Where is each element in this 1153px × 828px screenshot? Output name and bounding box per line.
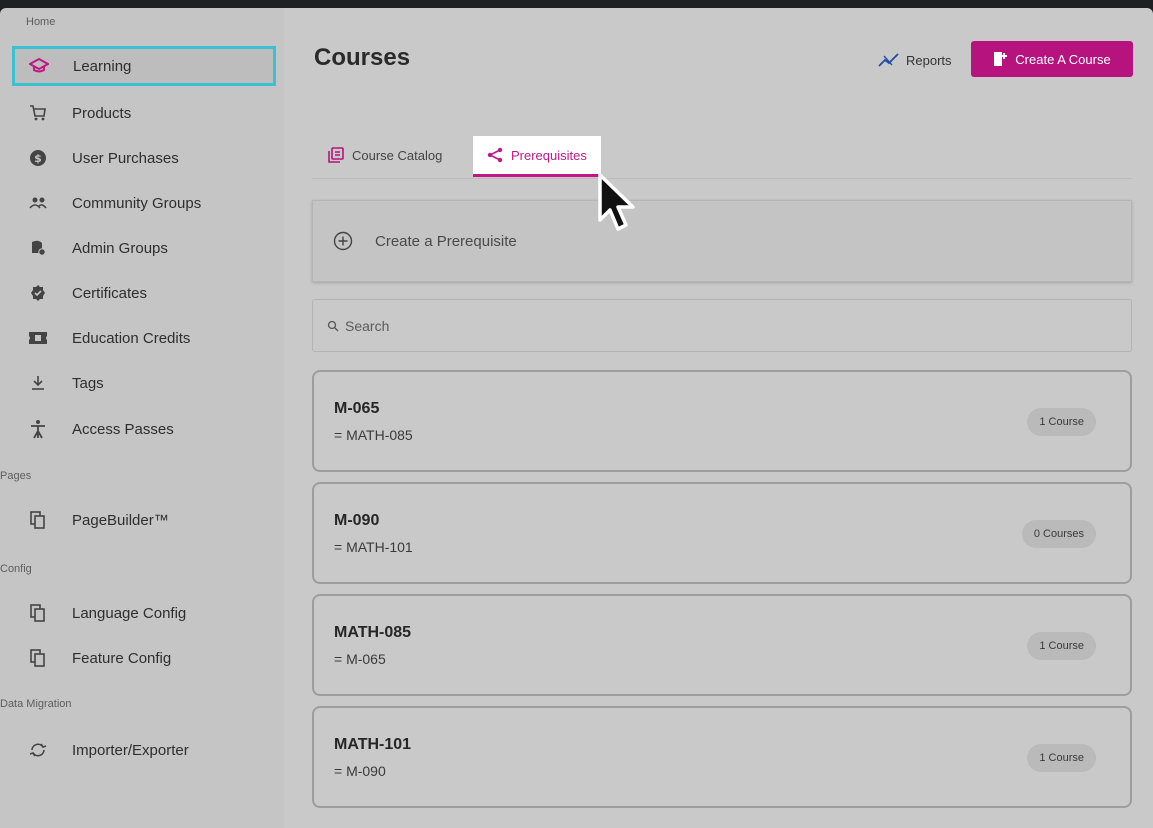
prerequisite-equivalent: = M-090 — [334, 763, 386, 779]
course-count-badge: 1 Course — [1027, 744, 1096, 772]
course-count-badge: 0 Courses — [1021, 520, 1096, 548]
sync-icon — [26, 740, 50, 760]
prerequisite-code: M-065 — [334, 400, 380, 417]
sidebar-item-pagebuilder[interactable]: PageBuilder™ — [14, 502, 274, 538]
course-count-badge: 1 Course — [1027, 408, 1096, 436]
sidebar-item-label: Admin Groups — [72, 239, 168, 257]
prerequisite-code: MATH-085 — [334, 624, 412, 641]
prerequisite-card[interactable]: MATH-101 = M-090 1 Course — [312, 706, 1132, 808]
copy-pages-icon — [26, 603, 50, 623]
sidebar-item-label: Access Passes — [72, 420, 174, 438]
sidebar-item-education-credits[interactable]: Education Credits — [14, 320, 274, 356]
sidebar-item-importer-exporter[interactable]: Importer/Exporter — [14, 732, 274, 768]
tab-course-catalog[interactable]: Course Catalog — [328, 136, 442, 174]
copy-pages-icon — [26, 510, 50, 530]
sidebar-item-tags[interactable]: Tags — [14, 365, 274, 401]
tab-label: Course Catalog — [352, 147, 443, 163]
copy-pages-icon — [26, 648, 50, 668]
graduation-cap-icon — [27, 56, 51, 76]
sidebar-item-language-config[interactable]: Language Config — [14, 595, 274, 631]
certificate-icon — [26, 283, 50, 303]
sidebar-item-label: Certificates — [72, 284, 148, 302]
sidebar-item-label: Tags — [72, 374, 104, 392]
section-label-data-migration: Data Migration — [0, 698, 72, 710]
create-prerequisite-button[interactable]: Create a Prerequisite — [312, 200, 1132, 282]
sidebar-item-learning[interactable]: Learning — [12, 46, 276, 86]
ticket-icon — [26, 328, 50, 348]
add-book-icon — [993, 51, 1008, 67]
sidebar-item-products[interactable]: Products — [14, 95, 274, 131]
tab-label: Prerequisites — [511, 147, 587, 163]
sidebar-item-label: User Purchases — [72, 149, 179, 167]
catalog-icon — [328, 147, 344, 163]
mouse-cursor-icon — [596, 172, 640, 243]
reports-button[interactable]: Reports — [878, 49, 952, 71]
main-content: Courses Reports Create A Course Course C… — [284, 8, 1153, 828]
sidebar-item-feature-config[interactable]: Feature Config — [14, 640, 274, 676]
section-label-config: Config — [0, 563, 32, 575]
search-icon — [327, 320, 339, 332]
sidebar-item-label: Products — [72, 104, 132, 122]
prerequisite-code: MATH-101 — [334, 736, 412, 753]
cart-icon — [26, 103, 50, 123]
download-tag-icon — [26, 373, 50, 393]
sidebar-item-label: Education Credits — [72, 329, 191, 347]
prerequisite-code: M-090 — [334, 512, 380, 529]
app-window: Home Learning Products $ User Purchases … — [0, 0, 1153, 828]
create-prerequisite-label: Create a Prerequisite — [375, 232, 517, 250]
section-label-home: Home — [26, 16, 56, 28]
search-box — [312, 299, 1132, 352]
admin-group-icon — [26, 238, 50, 258]
sidebar-item-access-passes[interactable]: Access Passes — [14, 411, 274, 447]
prerequisite-equivalent: = MATH-101 — [334, 539, 413, 555]
prerequisite-equivalent: = MATH-085 — [334, 427, 413, 443]
share-icon — [487, 147, 503, 163]
chart-icon — [878, 52, 900, 68]
course-count-badge: 1 Course — [1027, 632, 1096, 660]
sidebar-item-user-purchases[interactable]: $ User Purchases — [14, 140, 274, 176]
reports-label: Reports — [906, 52, 952, 68]
sidebar: Home Learning Products $ User Purchases … — [0, 8, 284, 828]
sidebar-item-label: Feature Config — [72, 649, 172, 667]
create-course-label: Create A Course — [1015, 51, 1111, 67]
group-icon — [26, 193, 50, 213]
prerequisite-card[interactable]: M-065 = MATH-085 1 Course — [312, 370, 1132, 472]
dollar-circle-icon: $ — [26, 148, 50, 168]
tab-bar: Course Catalog Prerequisites — [312, 136, 1132, 179]
search-input[interactable] — [343, 316, 1047, 335]
prerequisite-equivalent: = M-065 — [334, 651, 386, 667]
sidebar-item-label: Importer/Exporter — [72, 741, 189, 759]
plus-circle-icon — [333, 231, 353, 251]
tab-prerequisites[interactable]: Prerequisites — [473, 136, 601, 177]
svg-text:$: $ — [34, 152, 42, 165]
section-label-pages: Pages — [0, 470, 32, 482]
sidebar-item-admin-groups[interactable]: Admin Groups — [14, 230, 274, 266]
sidebar-item-label: Learning — [73, 57, 132, 75]
sidebar-item-certificates[interactable]: Certificates — [14, 275, 274, 311]
page-title: Courses — [314, 44, 411, 71]
sidebar-item-label: Language Config — [72, 604, 187, 622]
sidebar-item-community-groups[interactable]: Community Groups — [14, 185, 274, 221]
sidebar-item-label: PageBuilder™ — [72, 511, 169, 529]
accessibility-icon — [26, 419, 50, 439]
sidebar-item-label: Community Groups — [72, 194, 202, 212]
prerequisite-card[interactable]: MATH-085 = M-065 1 Course — [312, 594, 1132, 696]
create-course-button[interactable]: Create A Course — [971, 41, 1133, 77]
prerequisite-card[interactable]: M-090 = MATH-101 0 Courses — [312, 482, 1132, 584]
